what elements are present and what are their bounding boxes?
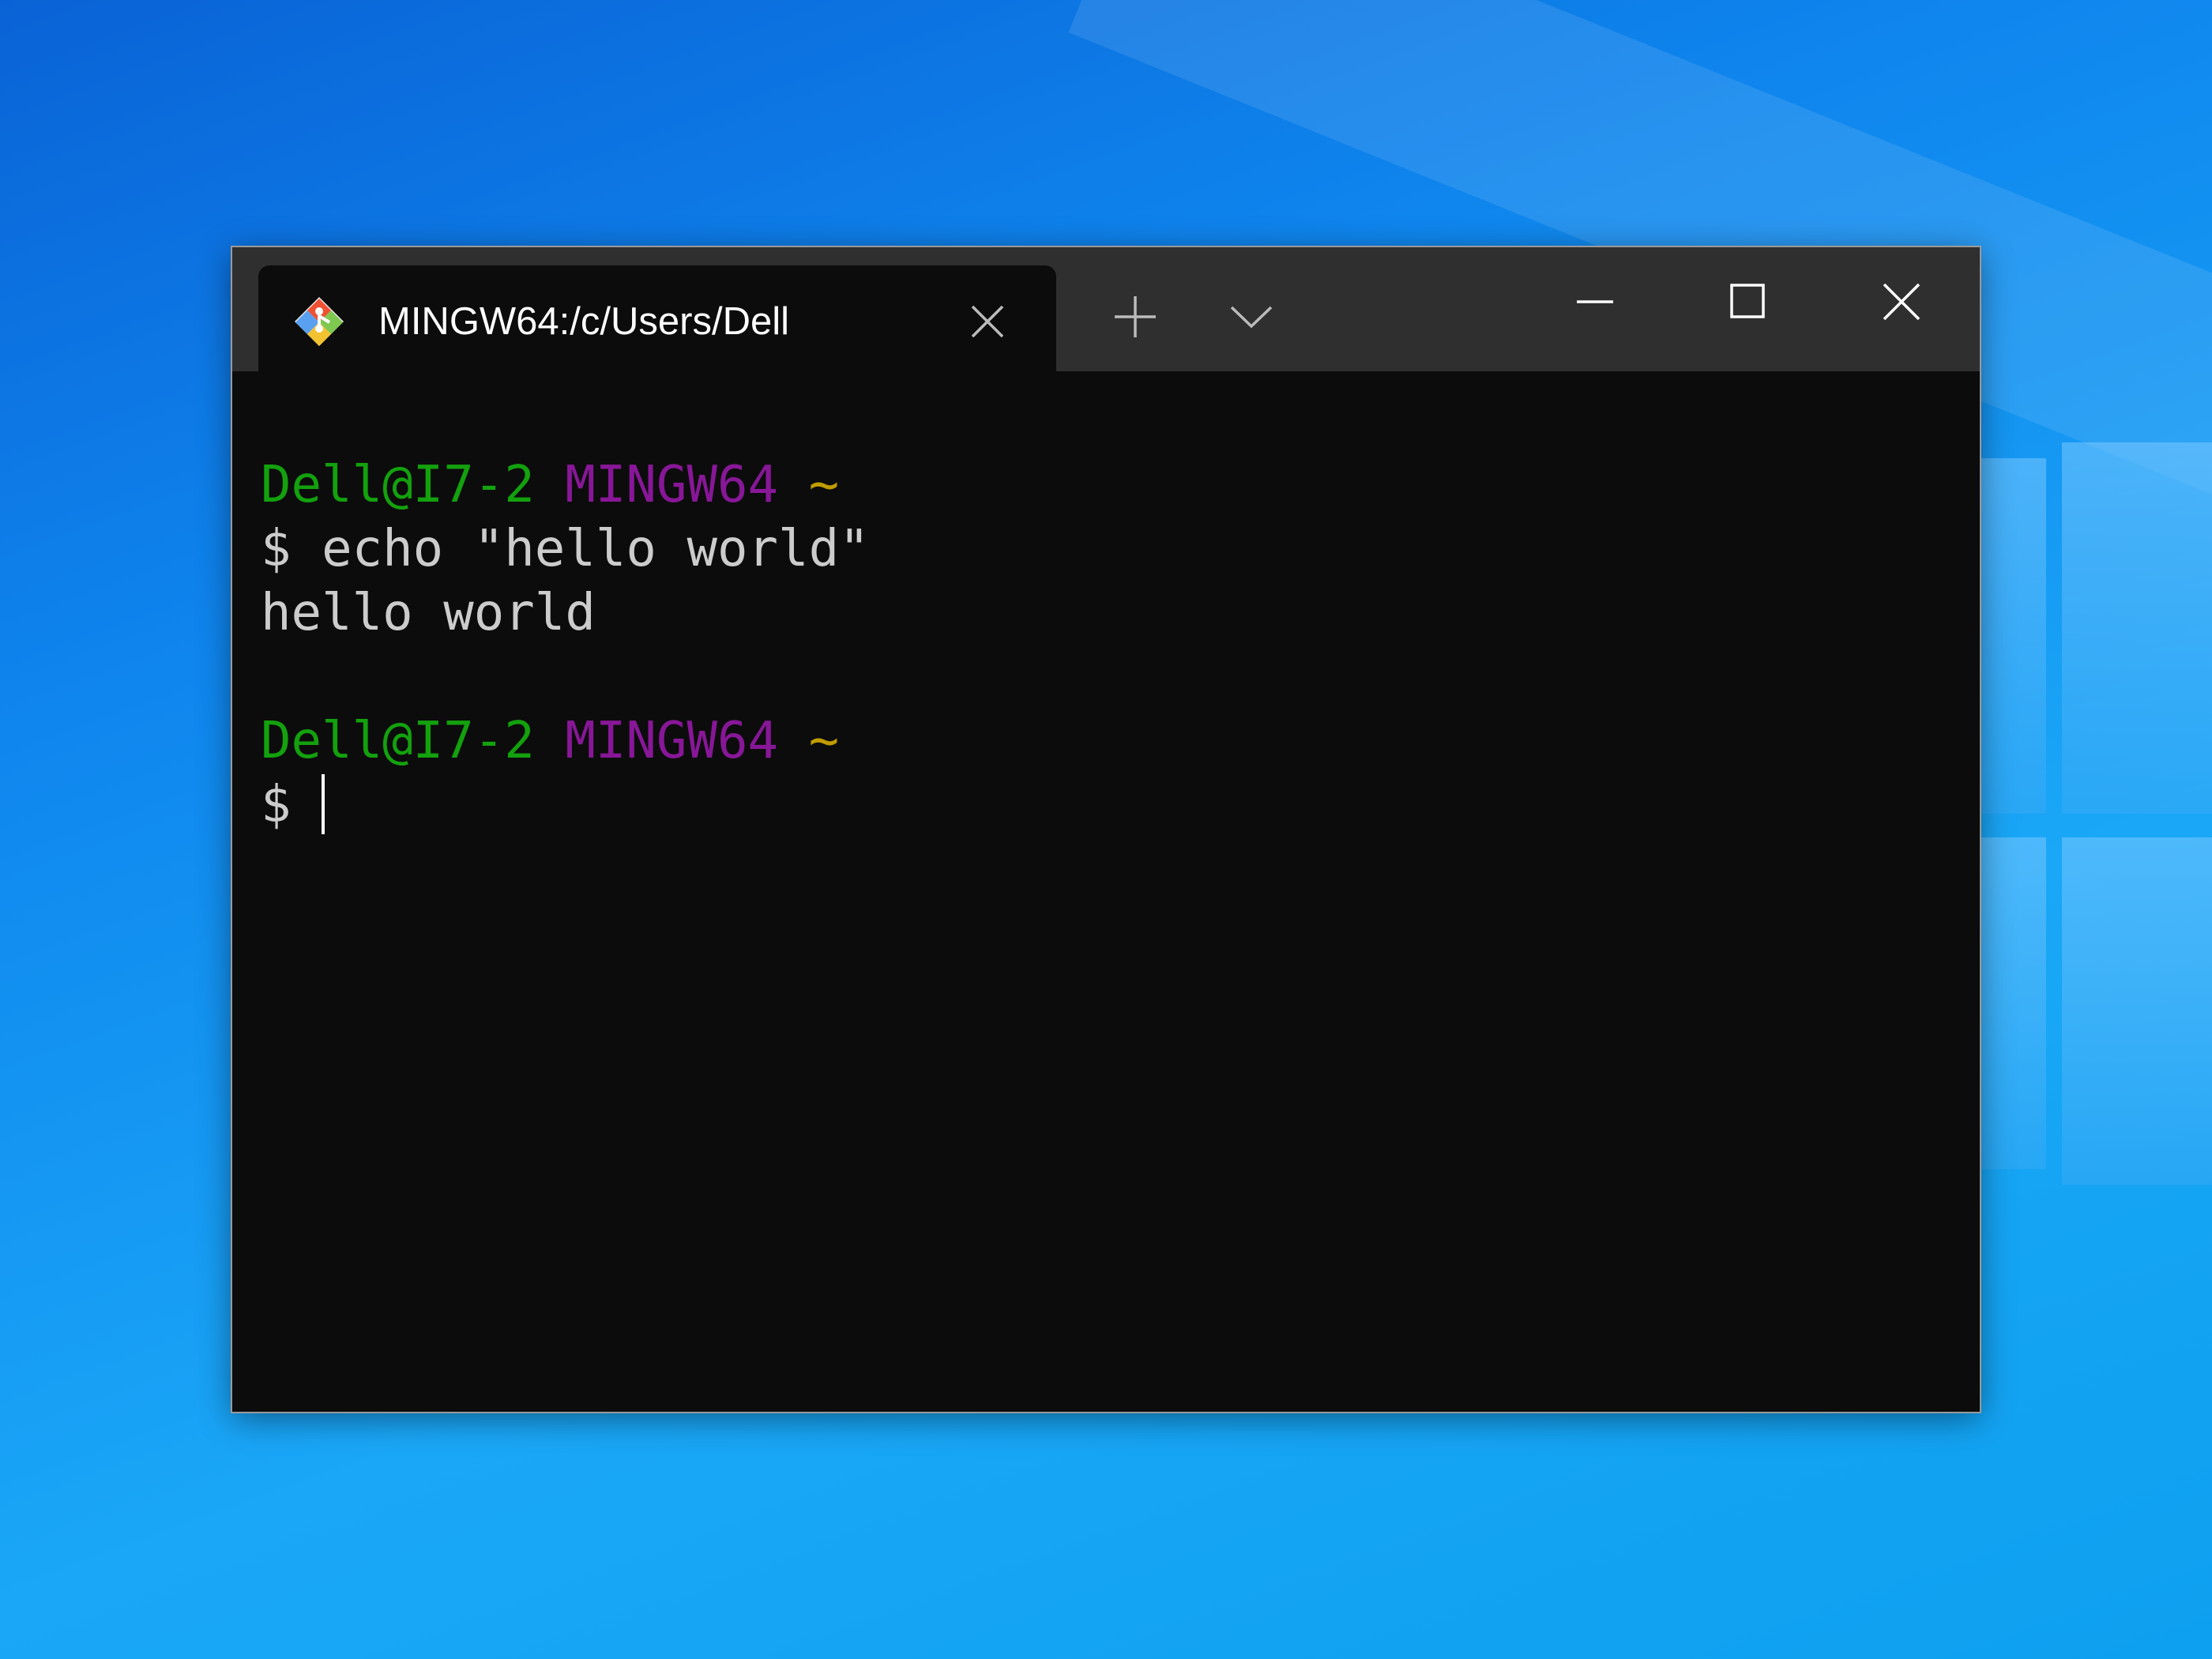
close-icon [1883, 283, 1920, 321]
prompt-system: MINGW64 [565, 712, 779, 770]
plus-icon[interactable] [1113, 295, 1157, 339]
prompt-system: MINGW64 [565, 456, 779, 514]
command-output: hello world [261, 584, 596, 642]
windows-logo-wallpaper [1951, 427, 2212, 1217]
minimize-button[interactable] [1518, 247, 1672, 371]
tab-title: MINGW64:/c/Users/Dell [378, 300, 790, 343]
text-cursor [322, 774, 325, 834]
prompt-path: ~ [808, 456, 840, 514]
prompt-path: ~ [808, 712, 840, 770]
prompt-symbol: $ [261, 776, 322, 834]
prompt-user-host: Dell@I7-2 [261, 456, 535, 514]
git-bash-icon [295, 297, 344, 346]
close-button[interactable] [1825, 247, 1978, 371]
maximize-icon [1730, 284, 1765, 318]
minimize-icon [1577, 300, 1613, 303]
maximize-button[interactable] [1672, 247, 1825, 371]
prompt-line: Dell@I7-2 MINGW64 ~ [261, 453, 1959, 517]
prompt-line: Dell@I7-2 MINGW64 ~ [261, 709, 1959, 773]
tab-mingw64[interactable]: MINGW64:/c/Users/Dell [258, 265, 1056, 371]
chevron-down-icon[interactable] [1229, 303, 1273, 331]
command-line: $ echo "hello world" [261, 520, 870, 578]
terminal-window[interactable]: MINGW64:/c/Users/Dell Dell@I7-2 MINGW64 … [232, 247, 1980, 1412]
terminal-output[interactable]: Dell@I7-2 MINGW64 ~ $ echo "hello world"… [261, 389, 1959, 1393]
title-bar[interactable]: MINGW64:/c/Users/Dell [232, 247, 1980, 371]
prompt-user-host: Dell@I7-2 [261, 712, 535, 770]
input-line[interactable]: $ [261, 773, 1959, 837]
tab-close-icon[interactable] [969, 303, 1006, 340]
